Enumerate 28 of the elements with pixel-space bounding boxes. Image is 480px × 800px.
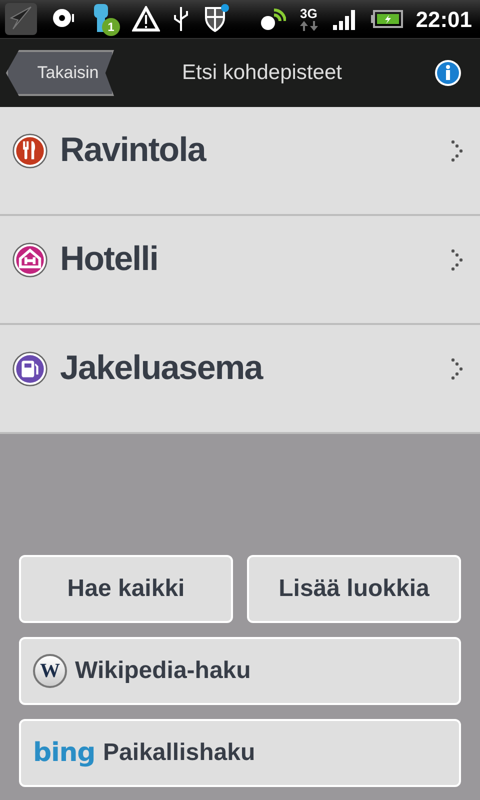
network-type: 3G	[300, 6, 318, 20]
back-button[interactable]: Takaisin	[6, 50, 114, 96]
chevron-icon	[450, 356, 464, 380]
category-row[interactable]: Ravintola	[0, 107, 480, 216]
signal-icon	[332, 7, 358, 31]
category-label: Hotelli	[60, 239, 159, 280]
battery-icon	[370, 9, 404, 29]
action-button[interactable]: Hae kaikki	[19, 555, 233, 623]
search-provider-button[interactable]: W Wikipedia-haku	[19, 637, 461, 705]
category-row[interactable]: Hotelli	[0, 216, 480, 325]
warning-icon	[132, 6, 160, 32]
category-row[interactable]: Jakeluasema	[0, 325, 480, 434]
notification-badge: 1	[102, 18, 120, 36]
bing-logo: bing	[33, 740, 96, 766]
chevron-icon	[450, 138, 464, 162]
navigation-app-icon	[4, 2, 38, 36]
category-label: Ravintola	[60, 130, 208, 171]
search-provider-button[interactable]: bing Paikallishaku	[19, 719, 461, 787]
action-button[interactable]: Lisää luokkia	[247, 555, 461, 623]
data-arrows-icon	[298, 20, 320, 32]
clock: 22:01	[416, 6, 472, 34]
info-icon[interactable]	[434, 59, 462, 87]
category-label: Jakeluasema	[60, 348, 264, 389]
chevron-icon	[450, 248, 464, 272]
screen-title: Etsi kohdepisteet	[181, 60, 343, 86]
wikipedia-logo: W	[33, 654, 67, 688]
shield-icon	[202, 4, 230, 34]
usb-icon	[172, 5, 190, 33]
